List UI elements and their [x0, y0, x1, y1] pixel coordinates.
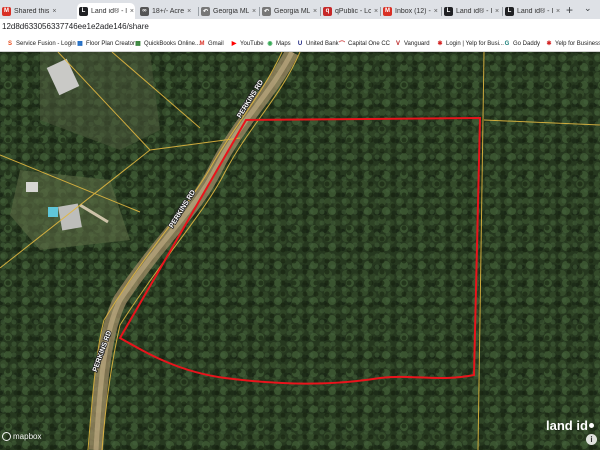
- land-id-logo: land id: [546, 418, 594, 433]
- close-tab-icon[interactable]: ×: [252, 8, 256, 15]
- tab-9[interactable]: L Land id® - I ×: [503, 3, 561, 19]
- new-tab-button[interactable]: +: [566, 3, 573, 17]
- bookmark-label: Floor Plan Creator: [86, 40, 136, 47]
- sf-icon: S: [7, 40, 12, 47]
- bookmark-5[interactable]: ▶ YouTube: [230, 38, 264, 49]
- bookmark-8[interactable]: ⌒ Capital One CC: [338, 38, 390, 49]
- quickbooks-icon: ▦: [135, 41, 141, 47]
- mapbox-attribution[interactable]: mapbox: [2, 432, 41, 441]
- bookmark-12[interactable]: ✱Yelp for Business O...: [545, 38, 600, 49]
- tab-label: 18+/- Acre: [152, 7, 185, 15]
- gamls-icon: ↶: [201, 6, 210, 16]
- bookmark-9[interactable]: V Vanguard: [394, 38, 430, 49]
- tab-separator: [441, 7, 442, 16]
- bookmark-label: Capital One CC: [348, 40, 391, 47]
- tab-label: Inbox (12) -: [395, 7, 431, 15]
- bookmark-label: YouTube: [240, 40, 264, 47]
- tab-7[interactable]: M Inbox (12) - ×: [381, 3, 439, 19]
- tab-label: Georgia MLS: [213, 7, 249, 15]
- bookmark-label: Yelp for Business O...: [555, 40, 600, 47]
- address-bar[interactable]: 12d8d633056337746ee1e2ade146/share: [0, 19, 600, 36]
- bookmark-7[interactable]: U United Bank: [296, 38, 339, 49]
- url-text[interactable]: 12d8d633056337746ee1e2ade146/share: [2, 22, 149, 31]
- bookmark-label: Maps: [276, 40, 291, 47]
- vanguard-icon: V: [395, 40, 400, 47]
- bookmark-6[interactable]: ◉ Maps: [266, 38, 291, 49]
- close-tab-icon[interactable]: ×: [130, 8, 134, 15]
- tab-label: qPublic - Lo: [335, 7, 371, 15]
- info-icon[interactable]: i: [586, 434, 597, 445]
- landid-icon: L: [79, 6, 88, 16]
- landid-icon: L: [505, 6, 514, 16]
- gmail-icon: M: [199, 40, 205, 47]
- bookmark-label: Login | Yelp for Busi...: [446, 40, 504, 47]
- close-tab-icon[interactable]: ×: [434, 8, 438, 15]
- floorplan-icon: ▦: [77, 41, 83, 47]
- tab-4[interactable]: ↶Georgia MLS×: [199, 3, 257, 19]
- bookmark-label: Vanguard: [404, 40, 430, 47]
- tab-8[interactable]: L Land id® - I ×: [442, 3, 500, 19]
- bookmark-4[interactable]: M Gmail: [198, 38, 224, 49]
- bookmark-10[interactable]: ✱ Login | Yelp for Busi...: [436, 38, 504, 49]
- tab-separator: [380, 7, 381, 16]
- bookmark-3[interactable]: ▦ QuickBooks Online...: [134, 38, 200, 49]
- bookmark-label: Service Fusion - Login: [16, 40, 76, 47]
- tab-5[interactable]: ↶Georgia MLS×: [260, 3, 318, 19]
- bookmark-label: QuickBooks Online...: [144, 40, 201, 47]
- gamls-icon: ↶: [262, 6, 271, 16]
- bank-icon: U: [297, 40, 303, 47]
- bookmark-label: Gmail: [208, 40, 224, 47]
- close-tab-icon[interactable]: ×: [556, 8, 560, 15]
- bookmark-2[interactable]: ▦ Floor Plan Creator: [76, 38, 135, 49]
- godaddy-icon: G: [504, 40, 510, 47]
- mapbox-icon: [2, 432, 11, 441]
- gmail-icon: M: [2, 6, 11, 16]
- tab-label: Shared this: [14, 7, 50, 15]
- close-tab-icon[interactable]: ×: [187, 8, 191, 15]
- bookmark-11[interactable]: G Go Daddy: [503, 38, 540, 49]
- maps-icon: ◉: [267, 41, 273, 47]
- bookmark-1[interactable]: S Service Fusion - Login: [6, 38, 76, 49]
- tab-label: Land id® - I: [517, 7, 553, 15]
- bookmark-label: Go Daddy: [513, 40, 541, 47]
- tab-label: Land id® - l: [91, 7, 127, 15]
- yelp-icon: ✱: [437, 41, 443, 47]
- tab-bar: M Shared this × L Land id® - l × ∞ 18+/- Acre × ↶…: [0, 0, 600, 19]
- close-tab-icon[interactable]: ×: [495, 8, 499, 15]
- house: [58, 203, 82, 231]
- close-tab-icon[interactable]: ×: [52, 8, 56, 15]
- qpublic-icon: q: [323, 6, 332, 16]
- capitalone-icon: ⌒: [338, 42, 345, 48]
- close-tab-icon[interactable]: ×: [313, 8, 317, 15]
- tab-3[interactable]: ∞ 18+/- Acre ×: [138, 3, 196, 19]
- landid-icon: L: [444, 6, 453, 16]
- gmail-icon: M: [383, 6, 392, 16]
- loop-icon: ∞: [140, 6, 149, 16]
- pool: [48, 207, 58, 217]
- tab-2[interactable]: L Land id® - l ×: [77, 3, 135, 19]
- shed: [26, 182, 38, 192]
- tab-6[interactable]: q qPublic - Lo ×: [321, 3, 379, 19]
- tab-label: Land id® - I: [456, 7, 492, 15]
- youtube-icon: ▶: [231, 41, 237, 47]
- satellite-map[interactable]: PERKINS RDPERKINS RDPERKINS RD: [0, 52, 600, 450]
- tab-separator: [259, 7, 260, 16]
- tab-separator: [502, 7, 503, 16]
- tab-label: Georgia MLS: [274, 7, 310, 15]
- yelp-icon: ✱: [546, 41, 552, 47]
- bookmarks-bar: S Service Fusion - Login ▦ Floor Plan Creat…: [0, 36, 600, 52]
- tab-1[interactable]: M Shared this ×: [0, 3, 58, 19]
- tab-separator: [320, 7, 321, 16]
- tab-separator: [198, 7, 199, 16]
- tab-search-chevron-icon[interactable]: ⌄: [584, 3, 592, 14]
- bookmark-label: United Bank: [306, 40, 339, 47]
- close-tab-icon[interactable]: ×: [374, 8, 378, 15]
